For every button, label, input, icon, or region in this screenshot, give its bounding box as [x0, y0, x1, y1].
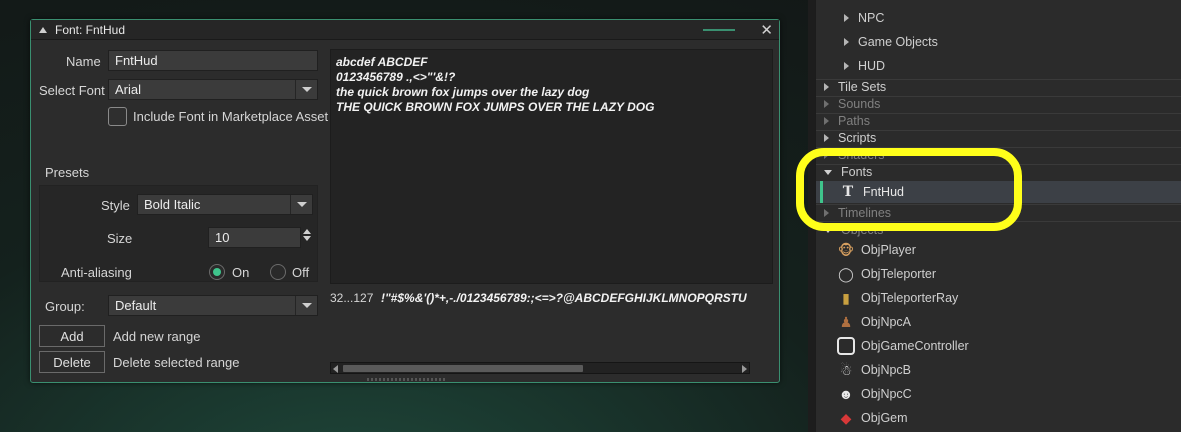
- select-font-value: Arial: [115, 82, 142, 97]
- scroll-left-icon[interactable]: [333, 365, 338, 373]
- antialiasing-label: Anti-aliasing: [61, 265, 132, 280]
- range-chars[interactable]: !"#$%&'()*+,-./0123456789:;<=>?@ABCDEFGH…: [381, 291, 749, 305]
- select-font-dropdown[interactable]: Arial: [108, 79, 318, 100]
- aa-on-label: On: [232, 265, 250, 280]
- name-label: Name: [66, 54, 101, 69]
- tree-item-objgem[interactable]: ◆ ObjGem: [816, 408, 1181, 428]
- expand-icon[interactable]: [824, 117, 829, 125]
- close-icon[interactable]: ✕: [760, 21, 773, 39]
- tree-item-game-objects[interactable]: Game Objects: [816, 32, 1181, 52]
- preview-line: abcdef ABCDEF: [336, 55, 428, 69]
- tree-item-objnpcc[interactable]: ☻ ObjNpcC: [816, 384, 1181, 404]
- tree-item-label: ObjTeleporterRay: [861, 291, 959, 305]
- tree-item-hud[interactable]: HUD: [816, 56, 1181, 76]
- arrow-down-icon[interactable]: [303, 236, 311, 241]
- teleporter-icon: ◯: [838, 265, 854, 282]
- titlebar-notch: [703, 19, 735, 31]
- expand-icon[interactable]: [844, 38, 849, 46]
- tree-item-label: NPC: [858, 11, 885, 25]
- delete-range-button[interactable]: Delete: [39, 351, 105, 373]
- expand-icon[interactable]: [824, 83, 829, 91]
- highlight-annotation: [796, 148, 1022, 231]
- tree-item-label: Sounds: [838, 97, 881, 111]
- style-dropdown[interactable]: Bold Italic: [137, 194, 313, 215]
- delete-range-desc: Delete selected range: [113, 355, 240, 370]
- tree-item-label: ObjPlayer: [861, 243, 916, 257]
- monkey-icon: 🐵: [837, 241, 855, 258]
- window-titlebar[interactable]: Font: FntHud ✕: [31, 20, 779, 40]
- collapse-icon[interactable]: [39, 26, 47, 33]
- expand-icon[interactable]: [824, 134, 829, 142]
- tree-item-label: ObjGem: [861, 411, 908, 425]
- expand-icon[interactable]: [824, 100, 829, 108]
- group-label: Group:: [45, 299, 85, 314]
- tree-item-label: Scripts: [838, 131, 877, 145]
- ray-icon: ▮: [842, 289, 850, 306]
- group-value: Default: [115, 298, 157, 313]
- window-title: Font: FntHud: [55, 22, 126, 37]
- group-dropdown[interactable]: Default: [108, 295, 318, 316]
- presets-label: Presets: [45, 165, 90, 180]
- style-value: Bold Italic: [144, 197, 201, 212]
- tree-item-label: Tile Sets: [838, 80, 887, 94]
- arrow-up-icon[interactable]: [303, 229, 311, 234]
- name-input[interactable]: FntHud: [108, 50, 318, 71]
- include-font-checkbox[interactable]: [108, 107, 127, 126]
- expand-icon[interactable]: [844, 62, 849, 70]
- tree-item-label: Paths: [838, 114, 870, 128]
- controller-icon: [836, 336, 856, 356]
- tree-item-label: Game Objects: [858, 35, 938, 49]
- font-preview: abcdef ABCDEF 0123456789 .,<>"'&!? the q…: [330, 49, 773, 284]
- tree-item-label: ObjNpcA: [861, 315, 912, 329]
- expand-icon[interactable]: [844, 14, 849, 22]
- add-range-button[interactable]: Add: [39, 325, 105, 347]
- font-editor-window: Font: FntHud ✕ Name FntHud Select Font A…: [30, 19, 780, 383]
- aa-off-radio[interactable]: [270, 264, 286, 280]
- size-stepper[interactable]: [302, 227, 312, 248]
- tree-item-objteleporter[interactable]: ◯ ObjTeleporter: [816, 264, 1181, 284]
- tree-item-label: ObjNpcB: [861, 363, 912, 377]
- range-label[interactable]: 32...127: [330, 291, 373, 305]
- preview-line: 0123456789 .,<>"'&!?: [336, 70, 456, 84]
- chevron-down-icon[interactable]: [290, 195, 312, 214]
- tree-item-label: HUD: [858, 59, 886, 73]
- npc-icon: ☃: [839, 361, 853, 378]
- tree-item-label: ObjNpcC: [861, 387, 912, 401]
- preview-line: THE QUICK BROWN FOX JUMPS OVER THE LAZY …: [336, 100, 655, 114]
- tree-item-label: ObjTeleporter: [861, 267, 937, 281]
- preview-line: the quick brown fox jumps over the lazy …: [336, 85, 590, 99]
- chevron-down-icon[interactable]: [295, 80, 317, 99]
- resize-grip[interactable]: [367, 378, 447, 381]
- npc-icon: ☻: [838, 386, 854, 402]
- style-label: Style: [101, 198, 130, 213]
- presets-panel: Style Bold Italic Size 10 Anti-aliasing …: [39, 185, 318, 282]
- select-font-label: Select Font: [39, 83, 105, 98]
- range-scrollbar[interactable]: [330, 362, 750, 374]
- aa-off-label: Off: [292, 265, 310, 280]
- aa-on-radio[interactable]: [209, 264, 225, 280]
- tree-item-objnpcb[interactable]: ☃ ObjNpcB: [816, 360, 1181, 380]
- gem-icon: ◆: [840, 409, 852, 426]
- npc-icon: ♟: [839, 313, 853, 330]
- scroll-thumb[interactable]: [343, 365, 583, 372]
- tree-item-objgamecontroller[interactable]: ObjGameController: [816, 336, 1181, 356]
- tree-item-objteleporterray[interactable]: ▮ ObjTeleporterRay: [816, 288, 1181, 308]
- include-font-label: Include Font in Marketplace Asset: [133, 109, 329, 124]
- tree-item-objnpca[interactable]: ♟ ObjNpcA: [816, 312, 1181, 332]
- scroll-right-icon[interactable]: [742, 365, 747, 373]
- add-range-desc: Add new range: [113, 329, 201, 344]
- size-input[interactable]: 10: [208, 227, 301, 248]
- tree-item-label: ObjGameController: [861, 339, 969, 353]
- size-label: Size: [107, 231, 133, 246]
- chevron-down-icon[interactable]: [295, 296, 317, 315]
- tree-item-objplayer[interactable]: 🐵 ObjPlayer: [816, 240, 1181, 260]
- tree-item-npc[interactable]: NPC: [816, 8, 1181, 28]
